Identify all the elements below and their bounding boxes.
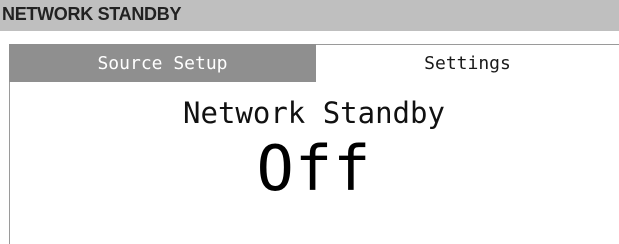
- page-title: NETWORK STANDBY: [2, 4, 182, 24]
- setting-name: Network Standby: [183, 96, 445, 130]
- setting-value[interactable]: Off: [9, 138, 619, 200]
- title-bar: NETWORK STANDBY: [0, 0, 619, 31]
- tab-settings[interactable]: Settings: [316, 44, 619, 82]
- tab-source-setup[interactable]: Source Setup: [9, 44, 316, 82]
